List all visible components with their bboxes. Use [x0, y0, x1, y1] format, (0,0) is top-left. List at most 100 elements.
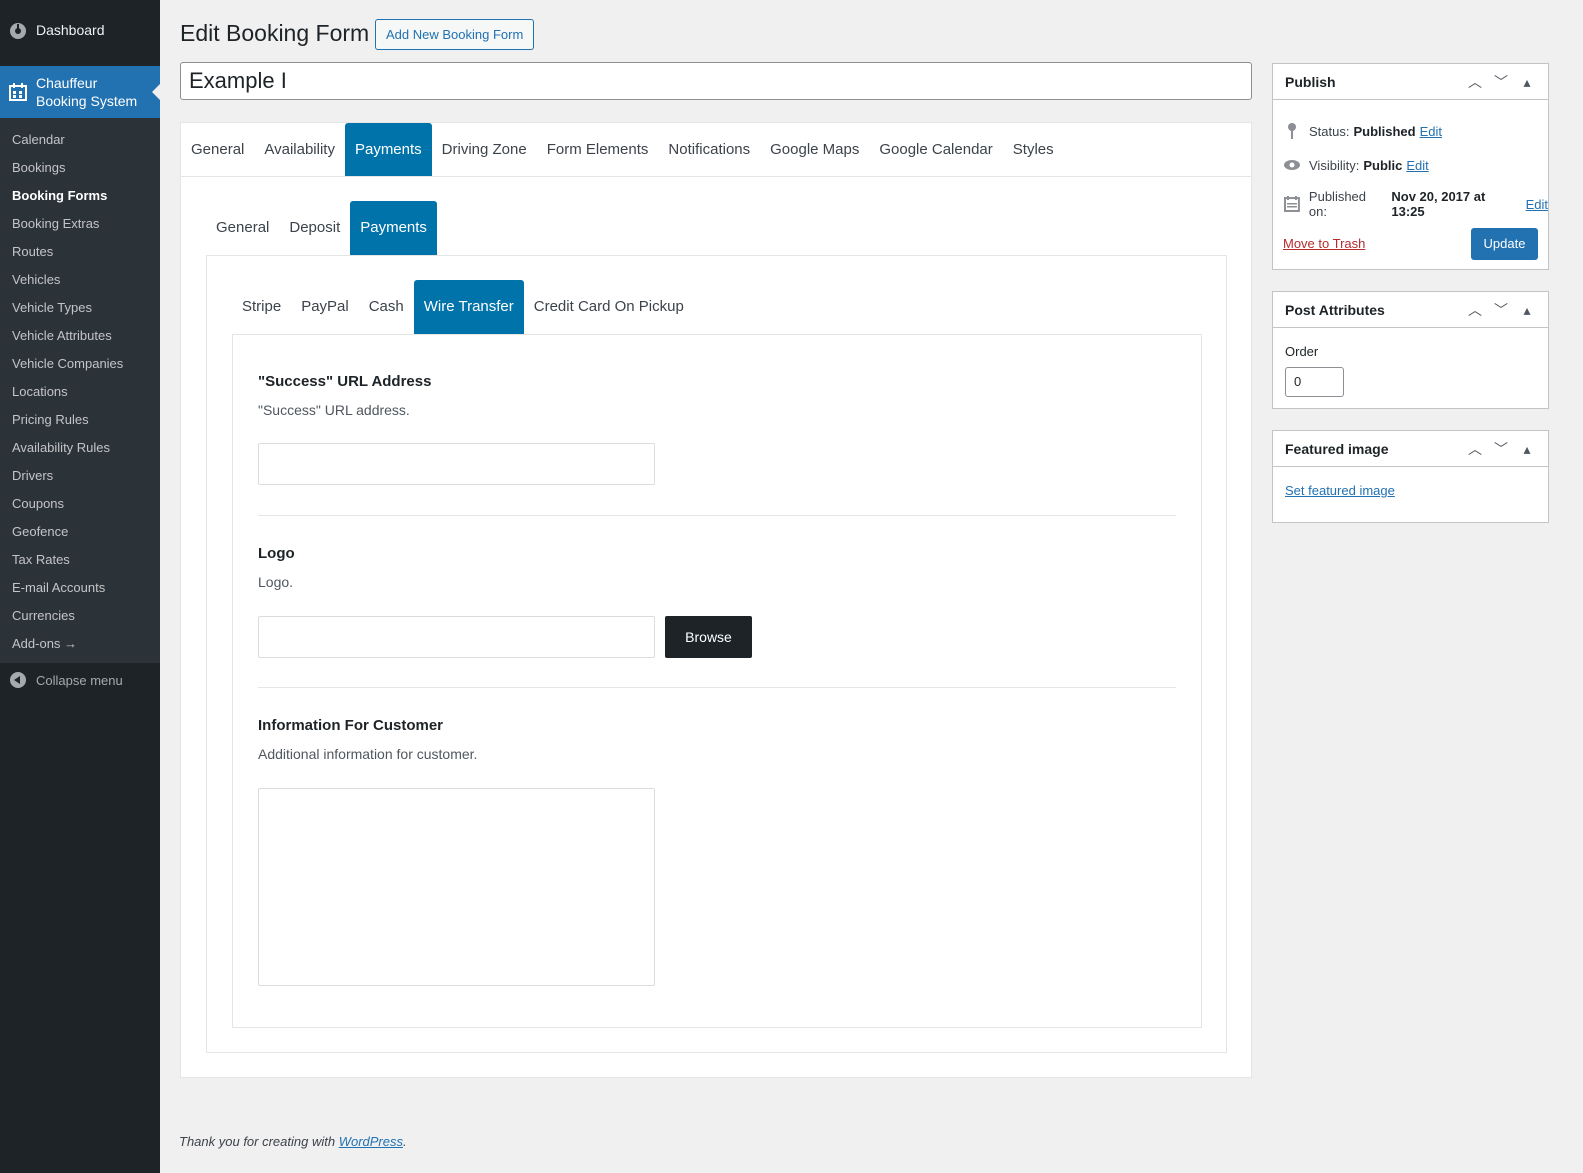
edit-date-link[interactable]: Edit	[1526, 197, 1548, 212]
browse-button[interactable]: Browse	[665, 616, 752, 658]
box-controls: ︿ ﹀ ▴	[1462, 64, 1540, 100]
tabs-divider	[181, 176, 1251, 177]
edit-status-link[interactable]: Edit	[1420, 124, 1442, 139]
visibility-row: Visibility: Public Edit	[1283, 156, 1429, 174]
post-title-input[interactable]: Example I	[180, 62, 1252, 100]
subtab-payments[interactable]: Payments	[350, 201, 437, 255]
toggle-panel-icon[interactable]: ▴	[1514, 302, 1540, 319]
order-input[interactable]: 0	[1285, 367, 1344, 397]
published-on-value: Nov 20, 2017 at 13:25	[1391, 189, 1486, 219]
move-to-trash-link[interactable]: Move to Trash	[1283, 236, 1365, 251]
booking-form-settings-panel: General Availability Payments Driving Zo…	[180, 122, 1252, 1078]
success-url-field: "Success" URL Address "Success" URL addr…	[258, 373, 1176, 418]
add-new-booking-form-button[interactable]: Add New Booking Form	[375, 19, 535, 50]
eye-icon	[1284, 160, 1300, 170]
menu-label-dashboard: Dashboard	[36, 22, 105, 38]
customer-info-field: Information For Customer Additional info…	[258, 717, 1176, 762]
box-controls: ︿ ﹀ ▴	[1462, 431, 1540, 467]
logo-title: Logo	[258, 545, 295, 562]
update-button[interactable]: Update	[1471, 228, 1538, 260]
gateway-tab-stripe[interactable]: Stripe	[232, 280, 291, 334]
wordpress-link[interactable]: WordPress	[339, 1134, 403, 1149]
submenu-item-coupons[interactable]: Coupons	[0, 490, 160, 518]
gateway-tab-credit-card-on-pickup[interactable]: Credit Card On Pickup	[524, 280, 694, 334]
published-on-row: Published on: Nov 20, 2017 at 13:25 Edit	[1283, 189, 1548, 219]
tab-form-elements[interactable]: Form Elements	[537, 123, 659, 177]
move-down-icon[interactable]: ﹀	[1488, 439, 1514, 459]
tab-driving-zone[interactable]: Driving Zone	[432, 123, 537, 177]
submenu-item-bookings[interactable]: Bookings	[0, 154, 160, 182]
submenu-item-calendar[interactable]: Calendar	[0, 126, 160, 154]
gateway-tab-wire-transfer[interactable]: Wire Transfer	[413, 280, 524, 334]
submenu-item-vehicle-attributes[interactable]: Vehicle Attributes	[0, 322, 160, 350]
success-url-desc: "Success" URL address.	[258, 402, 410, 418]
success-url-input[interactable]	[258, 443, 655, 485]
post-attributes-title: Post Attributes	[1285, 301, 1385, 318]
set-featured-image-link[interactable]: Set featured image	[1285, 483, 1395, 498]
success-url-title: "Success" URL Address	[258, 373, 432, 390]
collapse-menu-button[interactable]: Collapse menu	[0, 668, 160, 692]
collapse-arrow-icon	[10, 672, 26, 688]
toggle-panel-icon[interactable]: ▴	[1514, 441, 1540, 458]
tab-availability[interactable]: Availability	[254, 123, 345, 177]
submenu-item-vehicle-companies[interactable]: Vehicle Companies	[0, 350, 160, 378]
post-attributes-header[interactable]: Post Attributes ︿ ﹀ ▴	[1273, 292, 1548, 328]
submenu-item-add-ons[interactable]: Add-ons →	[0, 630, 160, 658]
calendar-icon	[9, 83, 27, 101]
published-on-label: Published on:	[1308, 189, 1367, 219]
current-menu-arrow	[152, 84, 160, 100]
menu-item-chauffeur-booking-system[interactable]: Chauffeur Booking System	[0, 66, 160, 118]
status-value: Published	[1353, 123, 1416, 139]
status-label: Status:	[1309, 123, 1350, 139]
order-label: Order	[1285, 344, 1319, 359]
submenu-item-drivers[interactable]: Drivers	[0, 462, 160, 490]
gateway-tab-cash[interactable]: Cash	[359, 280, 414, 334]
subtab-deposit[interactable]: Deposit	[279, 201, 350, 255]
submenu-item-booking-extras[interactable]: Booking Extras	[0, 210, 160, 238]
submenu-item-booking-forms[interactable]: Booking Forms	[0, 182, 160, 210]
tab-google-maps[interactable]: Google Maps	[760, 123, 869, 177]
menu-label-plugin: Chauffeur Booking System	[36, 75, 138, 109]
featured-image-title: Featured image	[1285, 440, 1389, 457]
edit-visibility-link[interactable]: Edit	[1406, 158, 1428, 173]
box-controls: ︿ ﹀ ▴	[1462, 292, 1540, 328]
featured-image-header[interactable]: Featured image ︿ ﹀ ▴	[1273, 431, 1548, 467]
submenu-item-availability-rules[interactable]: Availability Rules	[0, 434, 160, 462]
featured-image-box: Featured image ︿ ﹀ ▴ Set featured image	[1272, 430, 1549, 523]
move-down-icon[interactable]: ﹀	[1488, 72, 1514, 92]
submenu-item-geofence[interactable]: Geofence	[0, 518, 160, 546]
tab-general[interactable]: General	[181, 123, 254, 177]
move-down-icon[interactable]: ﹀	[1488, 300, 1514, 320]
tab-google-calendar[interactable]: Google Calendar	[869, 123, 1002, 177]
submenu-item-routes[interactable]: Routes	[0, 238, 160, 266]
move-up-icon[interactable]: ︿	[1462, 72, 1488, 92]
submenu-item-vehicles[interactable]: Vehicles	[0, 266, 160, 294]
submenu-item-email-accounts[interactable]: E-mail Accounts	[0, 574, 160, 602]
submenu-item-currencies[interactable]: Currencies	[0, 602, 160, 630]
tab-notifications[interactable]: Notifications	[658, 123, 760, 177]
visibility-value: Public	[1363, 157, 1403, 173]
wire-transfer-panel: "Success" URL Address "Success" URL addr…	[232, 334, 1202, 1028]
customer-info-textarea[interactable]	[258, 788, 655, 986]
publish-box: Publish ︿ ﹀ ▴ Status: Published Edit Vis…	[1272, 63, 1549, 270]
tab-styles[interactable]: Styles	[1003, 123, 1064, 177]
logo-input[interactable]	[258, 616, 655, 658]
toggle-panel-icon[interactable]: ▴	[1514, 74, 1540, 91]
submenu-item-vehicle-types[interactable]: Vehicle Types	[0, 294, 160, 322]
submenu-item-pricing-rules[interactable]: Pricing Rules	[0, 406, 160, 434]
submenu-item-tax-rates[interactable]: Tax Rates	[0, 546, 160, 574]
dashboard-icon	[10, 23, 26, 39]
logo-desc: Logo.	[258, 574, 294, 590]
tab-payments[interactable]: Payments	[344, 123, 432, 177]
customer-info-title: Information For Customer	[258, 717, 444, 734]
admin-footer: Thank you for creating with WordPress.	[179, 1134, 407, 1149]
submenu-item-locations[interactable]: Locations	[0, 378, 160, 406]
gateway-tab-paypal[interactable]: PayPal	[291, 280, 359, 334]
menu-item-dashboard[interactable]: Dashboard	[0, 12, 160, 48]
move-up-icon[interactable]: ︿	[1462, 300, 1488, 320]
subtab-general[interactable]: General	[206, 201, 279, 255]
move-up-icon[interactable]: ︿	[1462, 439, 1488, 459]
publish-box-header[interactable]: Publish ︿ ﹀ ▴	[1273, 64, 1548, 100]
collapse-menu-label: Collapse menu	[36, 672, 123, 688]
pin-icon	[1288, 123, 1296, 139]
